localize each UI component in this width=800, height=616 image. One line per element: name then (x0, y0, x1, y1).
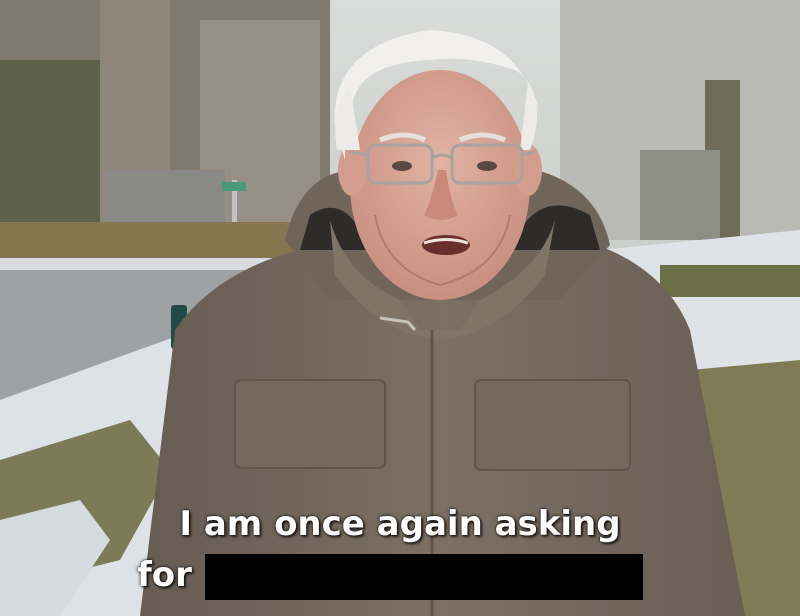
caption-line-2: for (137, 555, 192, 595)
coat-pocket-right (474, 379, 631, 471)
meme-image: I am once again asking for (0, 0, 800, 616)
caption-line-1: I am once again asking (179, 504, 621, 544)
redaction-bar (205, 554, 643, 600)
coat-pocket-left (234, 379, 386, 469)
